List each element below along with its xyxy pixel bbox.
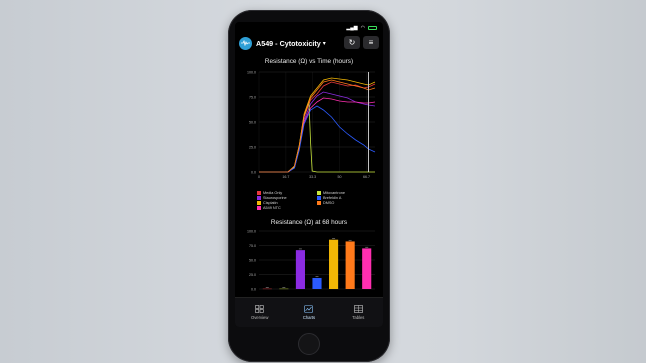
chart-icon bbox=[304, 305, 314, 313]
legend-label: A549 NTC bbox=[263, 206, 281, 210]
series-line bbox=[259, 81, 376, 173]
y-tick-label: 50.0 bbox=[249, 258, 256, 262]
y-tick-label: 100.0 bbox=[247, 229, 256, 233]
y-tick-label: 75.0 bbox=[249, 95, 256, 99]
y-tick-label: 0.0 bbox=[251, 170, 256, 174]
legend-label: Brefeldin A bbox=[323, 196, 342, 200]
bar bbox=[345, 241, 355, 289]
battery-icon bbox=[368, 26, 377, 30]
x-tick-label: 66.7 bbox=[363, 175, 370, 179]
bar-chart-title: Resistance (Ω) at 68 hours bbox=[270, 219, 348, 226]
tab-label: Charts bbox=[302, 315, 316, 320]
series-line bbox=[259, 77, 376, 173]
y-tick-label: 100.0 bbox=[247, 70, 256, 74]
app-header: A549 - Cytotoxicity ▾ ↻ ≡ bbox=[235, 34, 383, 52]
legend-swatch bbox=[317, 201, 321, 205]
legend-swatch bbox=[257, 201, 261, 205]
legend-swatch bbox=[257, 191, 261, 195]
hamburger-menu-icon[interactable]: ≡ bbox=[363, 36, 379, 49]
line-chart: 0.0 25.0 50.0 75.0 100.0 0 16.7 33.3 50 66.7 bbox=[247, 70, 376, 179]
y-tick-label: 25.0 bbox=[249, 273, 256, 277]
bar bbox=[295, 250, 305, 289]
legend-label: Media Only bbox=[263, 191, 283, 195]
bar bbox=[362, 248, 372, 289]
y-tick-label: 75.0 bbox=[249, 244, 256, 248]
y-tick-label: 50.0 bbox=[249, 120, 256, 124]
experiment-title[interactable]: A549 - Cytotoxicity bbox=[256, 39, 321, 48]
legend-item[interactable]: A549 NTC bbox=[257, 206, 317, 210]
chart-legend: Media Only Mitoxantrone Staurosporine Brefe… bbox=[257, 191, 381, 210]
x-tick-label: 33.3 bbox=[309, 175, 316, 179]
line-chart-title: Resistance (Ω) vs Time (hours) bbox=[264, 58, 354, 65]
legend-swatch bbox=[257, 206, 261, 210]
table-icon bbox=[353, 305, 363, 313]
bar-chart: 0.0 25.0 50.0 75.0 100.0 bbox=[247, 229, 375, 291]
chevron-down-icon[interactable]: ▾ bbox=[323, 40, 326, 47]
legend-swatch bbox=[257, 196, 261, 200]
signal-icon: ▂▄▆ bbox=[346, 25, 358, 31]
legend-item[interactable]: Staurosporine bbox=[257, 196, 317, 200]
tab-overview[interactable]: Overview bbox=[235, 298, 284, 327]
legend-item[interactable]: Brefeldin A bbox=[317, 196, 377, 200]
refresh-icon[interactable]: ↻ bbox=[344, 36, 360, 49]
series-line bbox=[259, 101, 375, 173]
phone-screen: ▂▄▆ ◠ A549 - Cytotoxicity ▾ ↻ ≡ Resistan… bbox=[235, 22, 383, 327]
bar bbox=[329, 239, 339, 289]
status-bar: ▂▄▆ ◠ bbox=[346, 25, 377, 31]
bottom-tab-bar: Overview Charts Tables bbox=[235, 297, 383, 327]
legend-label: Mitoxantrone bbox=[323, 191, 345, 195]
legend-item[interactable]: Mitoxantrone bbox=[317, 191, 377, 195]
x-tick-label: 0 bbox=[258, 175, 260, 179]
legend-swatch bbox=[317, 191, 321, 195]
y-tick-label: 25.0 bbox=[249, 145, 256, 149]
x-tick-label: 50 bbox=[338, 175, 342, 179]
legend-label: Staurosporine bbox=[263, 196, 287, 200]
series-line bbox=[259, 91, 376, 173]
tab-charts[interactable]: Charts bbox=[284, 298, 333, 327]
photo-background: ▂▄▆ ◠ A549 - Cytotoxicity ▾ ↻ ≡ Resistan… bbox=[0, 0, 646, 363]
tab-tables[interactable]: Tables bbox=[334, 298, 383, 327]
x-tick-label: 16.7 bbox=[282, 175, 289, 179]
tab-label: Overview bbox=[250, 315, 269, 320]
legend-item[interactable]: Cisplatin bbox=[257, 201, 317, 205]
legend-item[interactable]: DMSO bbox=[317, 201, 377, 205]
grid-icon bbox=[255, 305, 265, 313]
legend-label: DMSO bbox=[323, 201, 335, 205]
legend-swatch bbox=[317, 196, 321, 200]
series-line bbox=[259, 97, 376, 173]
tab-label: Tables bbox=[352, 315, 365, 320]
series-line bbox=[259, 105, 376, 173]
legend-label: Cisplatin bbox=[263, 201, 278, 205]
waveform-icon bbox=[239, 36, 252, 50]
home-button[interactable] bbox=[298, 333, 320, 355]
legend-item[interactable]: Media Only bbox=[257, 191, 317, 195]
bar bbox=[312, 277, 322, 289]
y-tick-label: 0.0 bbox=[251, 287, 256, 291]
wifi-icon: ◠ bbox=[360, 25, 365, 31]
